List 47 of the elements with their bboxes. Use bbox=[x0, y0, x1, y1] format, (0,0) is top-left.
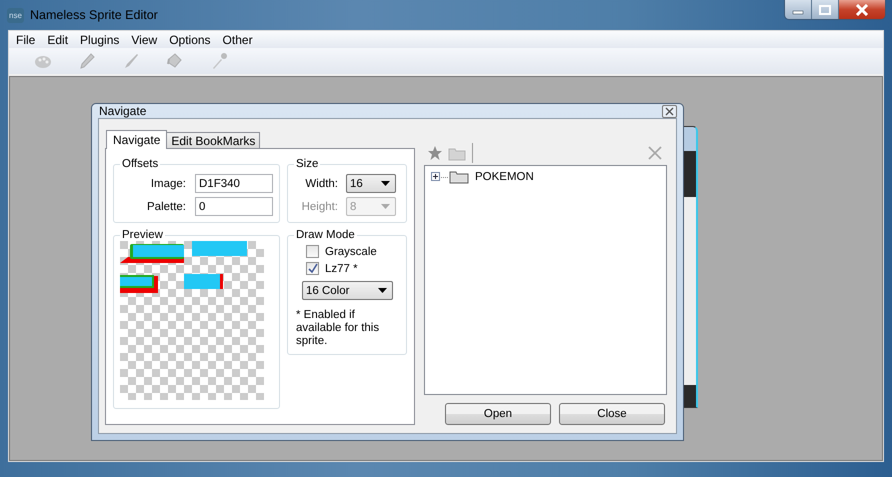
dropdown[interactable]: 16 bbox=[346, 174, 396, 193]
dialog-button[interactable]: Close bbox=[559, 403, 665, 425]
field-label: Image: bbox=[150, 178, 186, 190]
input-field[interactable]: 0 bbox=[195, 197, 273, 216]
checkbox-label: Grayscale bbox=[325, 246, 377, 258]
dropdown[interactable]: 16 Color bbox=[302, 281, 393, 300]
star-icon bbox=[427, 145, 443, 161]
window-title: Nameless Sprite Editor bbox=[30, 8, 158, 22]
field-label: Palette: bbox=[146, 200, 186, 212]
dropdown-arrow-icon bbox=[378, 288, 387, 293]
checkbox[interactable] bbox=[306, 245, 319, 258]
folder-icon bbox=[449, 170, 469, 184]
app-icon: nse bbox=[7, 8, 24, 22]
folder-icon bbox=[448, 146, 466, 160]
tree-item[interactable]: POKEMON bbox=[475, 171, 534, 183]
menu-item[interactable]: Plugins bbox=[75, 32, 126, 46]
maximize-icon bbox=[818, 4, 832, 14]
menu-item[interactable]: View bbox=[126, 32, 164, 46]
group-title: Size bbox=[295, 158, 320, 170]
group-title: Preview bbox=[121, 229, 164, 241]
note-text: * Enabled if available for this sprite. bbox=[296, 309, 380, 348]
close-button[interactable] bbox=[662, 104, 677, 118]
dialog-button[interactable]: Open bbox=[445, 403, 551, 425]
input-field[interactable]: D1F340 bbox=[195, 174, 273, 193]
menu-item[interactable]: Options bbox=[164, 32, 218, 46]
checkbox-label: Lz77 * bbox=[325, 262, 358, 274]
tab[interactable]: Edit BookMarks bbox=[166, 132, 260, 148]
close-button[interactable] bbox=[839, 0, 885, 19]
minimize-button[interactable] bbox=[785, 0, 812, 19]
checkmark-icon bbox=[307, 263, 318, 274]
checkbox[interactable] bbox=[306, 262, 319, 275]
close-icon bbox=[648, 146, 662, 160]
menu-item[interactable]: Edit bbox=[42, 32, 76, 46]
menu-item[interactable]: File bbox=[11, 32, 42, 46]
dropdown-arrow-icon bbox=[381, 204, 390, 209]
dropdown-arrow-icon bbox=[381, 181, 390, 186]
expand-icon[interactable] bbox=[431, 170, 440, 184]
maximize-button[interactable] bbox=[812, 0, 839, 19]
close-icon bbox=[665, 106, 674, 116]
dialog-title: Navigate bbox=[99, 104, 146, 118]
menu-item[interactable]: Other bbox=[218, 32, 260, 46]
tab[interactable]: Navigate bbox=[106, 130, 168, 149]
field-label: Height: bbox=[300, 200, 338, 212]
group-title: Offsets bbox=[121, 158, 160, 170]
field-label: Width: bbox=[304, 178, 338, 190]
close-icon bbox=[854, 4, 870, 16]
group-title: Draw Mode bbox=[295, 229, 356, 241]
